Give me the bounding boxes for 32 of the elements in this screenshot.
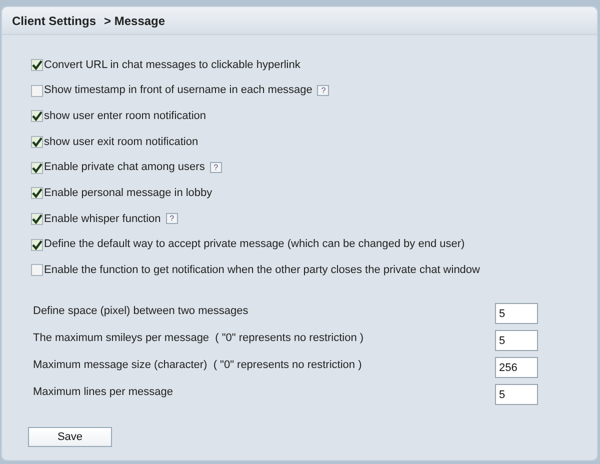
field-label: Define space (pixel) between two messages [33, 304, 248, 320]
checkbox[interactable] [31, 187, 43, 200]
help-button[interactable]: ? [210, 162, 222, 174]
input-field[interactable]: 256 [495, 357, 538, 378]
input-field[interactable]: 5 [495, 330, 538, 352]
save-button[interactable]: Save [28, 427, 112, 448]
field-label: Maximum lines per message [33, 385, 173, 400]
help-button[interactable]: ? [317, 85, 330, 96]
field-label: The maximum smileys per message ( "0" represents no restriction ) [33, 331, 364, 346]
option-label: show user exit room notification [44, 134, 198, 150]
option-label: Define the default way to accept private message (which can be changed by end user) [44, 237, 465, 252]
option-label: show user enter room notification [44, 108, 206, 124]
option-label: Enable personal message in lobby [44, 186, 212, 202]
field-label: Maximum message size (character) ( "0" represents no restriction ) [33, 358, 362, 374]
option-label: Convert URL in chat messages to clickable hyperlink [44, 58, 300, 73]
checkbox[interactable] [31, 162, 43, 174]
checkbox[interactable] [31, 58, 43, 71]
checkbox[interactable] [31, 238, 43, 251]
checkbox[interactable] [31, 110, 43, 122]
checkbox[interactable] [31, 84, 43, 97]
checkbox[interactable] [31, 136, 43, 148]
breadcrumb-page: > Message [104, 12, 166, 30]
option-label: Show timestamp in front of username in each message [44, 83, 312, 98]
option-label: Enable whisper function [44, 212, 161, 227]
help-button[interactable]: ? [166, 213, 178, 224]
breadcrumb-section: Client Settings [12, 12, 96, 30]
input-field[interactable]: 5 [495, 303, 538, 324]
option-label: Enable private chat among users [44, 160, 205, 176]
checkbox[interactable] [31, 264, 43, 276]
input-field[interactable]: 5 [495, 384, 538, 406]
option-label: Enable the function to get notification when the other party closes the private chat window [44, 263, 480, 278]
checkbox[interactable] [31, 212, 43, 225]
